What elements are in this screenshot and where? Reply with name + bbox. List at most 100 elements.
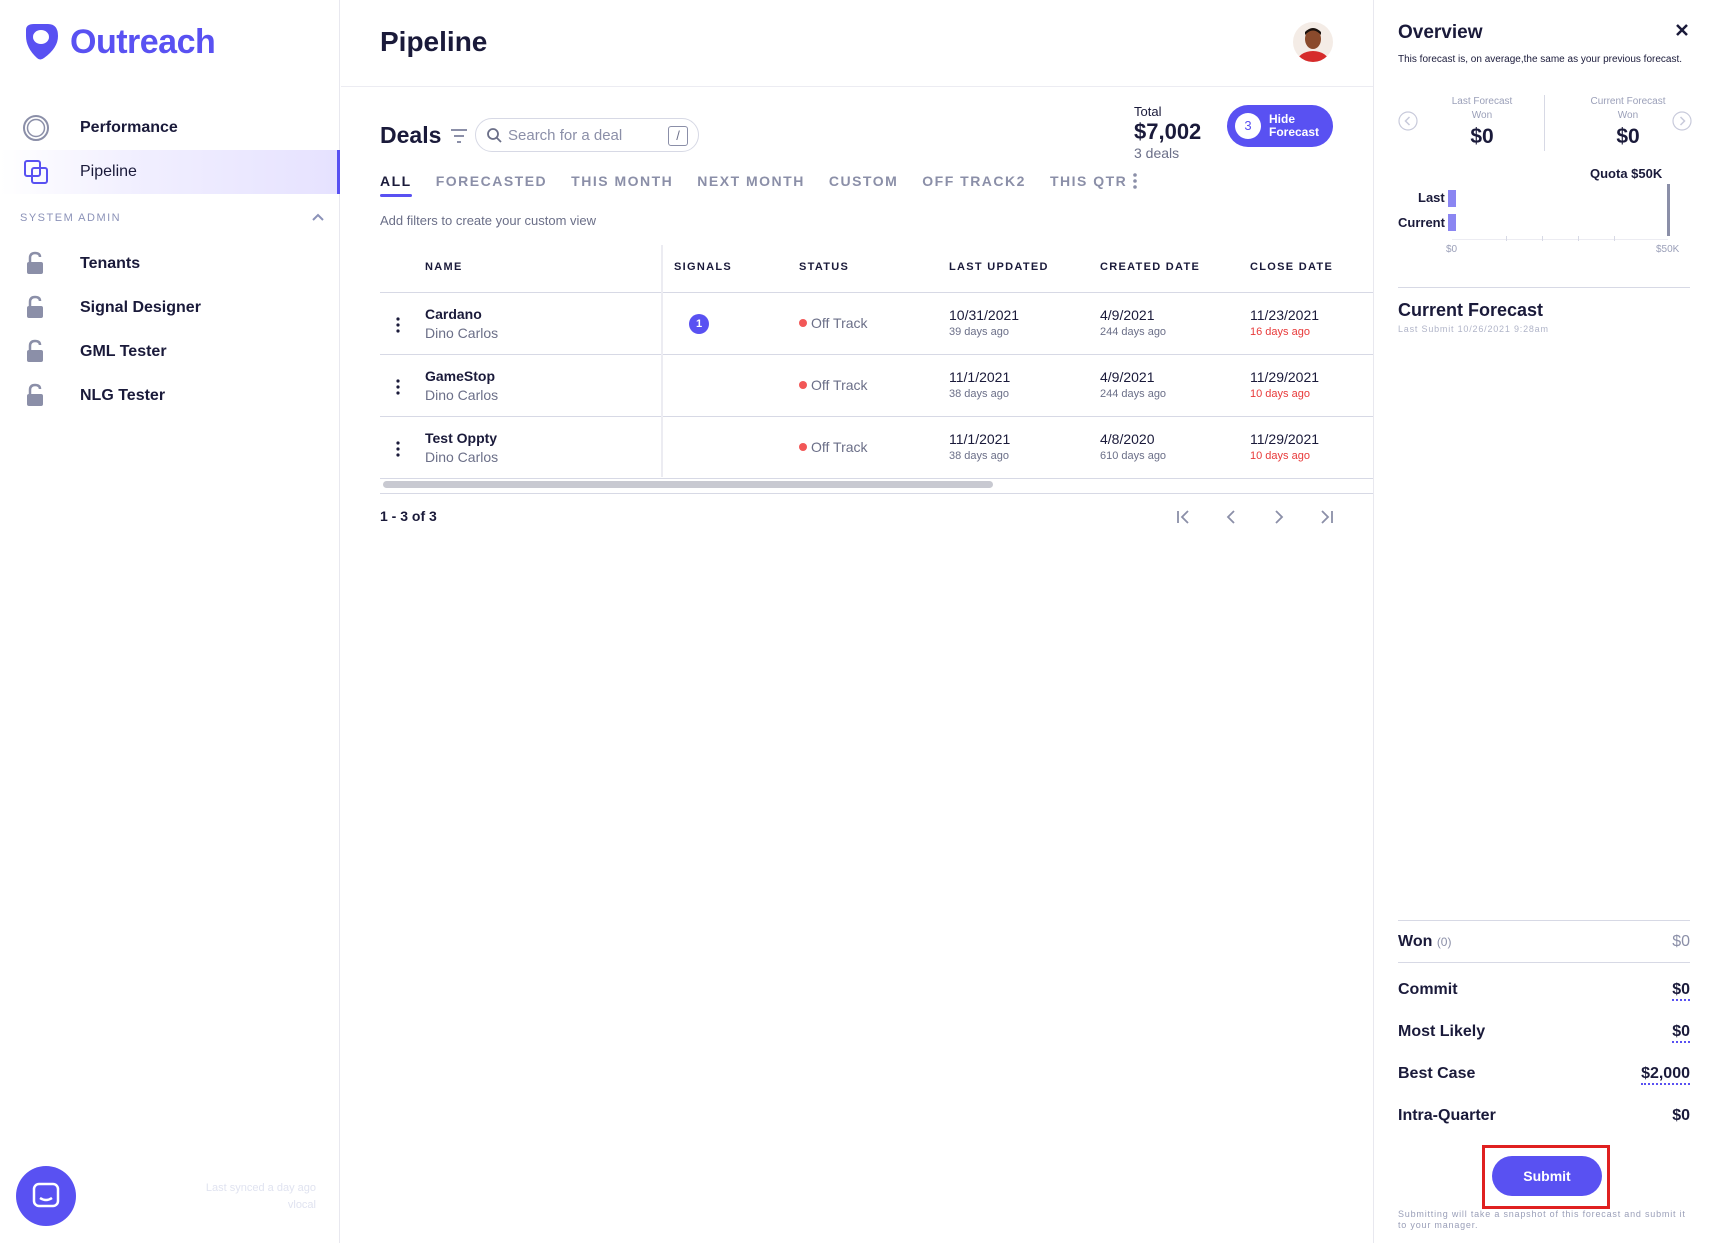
close-ago: 16 days ago bbox=[1250, 326, 1310, 338]
col-header-signals[interactable]: SIGNALS bbox=[674, 261, 732, 273]
last-updated-date: 11/1/2021 bbox=[949, 431, 1011, 447]
sync-time: Last synced a day ago bbox=[205, 1182, 316, 1194]
deal-name[interactable]: GameStop bbox=[425, 368, 495, 384]
chat-launcher-button[interactable] bbox=[16, 1166, 76, 1226]
won-row-count: (0) bbox=[1436, 935, 1452, 949]
first-page-icon[interactable] bbox=[1173, 507, 1193, 527]
tab-custom[interactable]: CUSTOM bbox=[829, 173, 898, 197]
tab-all[interactable]: ALL bbox=[380, 173, 412, 197]
next-page-icon[interactable] bbox=[1269, 507, 1289, 527]
horizontal-scrollbar[interactable] bbox=[383, 481, 993, 488]
table-row[interactable]: GameStop Dino Carlos Off Track 11/1/2021… bbox=[380, 355, 1373, 417]
close-ago: 10 days ago bbox=[1250, 450, 1310, 462]
tab-next-month[interactable]: NEXT MONTH bbox=[697, 173, 805, 197]
created-ago: 244 days ago bbox=[1100, 326, 1167, 338]
sidebar-item-tenants[interactable]: Tenants bbox=[0, 242, 340, 286]
commit-value[interactable]: $0 bbox=[1672, 981, 1690, 1001]
last-won-label: Won bbox=[1471, 110, 1493, 121]
main-content: Pipeline Deals / Total $ bbox=[341, 0, 1373, 1243]
status-badge: Off Track bbox=[799, 377, 868, 393]
col-header-last-updated[interactable]: LAST UPDATED bbox=[949, 261, 1049, 273]
unlock-icon bbox=[27, 251, 43, 274]
sidebar-item-signal-designer[interactable]: Signal Designer bbox=[0, 286, 340, 330]
tab-forecasted[interactable]: FORECASTED bbox=[436, 173, 547, 197]
deal-search[interactable]: / bbox=[475, 118, 699, 152]
system-admin-section-header[interactable]: SYSTEM ADMIN bbox=[20, 212, 326, 224]
prev-forecast-icon[interactable] bbox=[1398, 111, 1418, 131]
close-icon[interactable] bbox=[1674, 22, 1690, 38]
search-input[interactable] bbox=[508, 125, 658, 145]
last-forecast-bar bbox=[1448, 190, 1456, 207]
hide-forecast-button[interactable]: 3 Hide Forecast bbox=[1227, 105, 1333, 147]
panel-divider bbox=[1398, 920, 1690, 921]
row-menu-icon[interactable] bbox=[395, 317, 401, 333]
brand-name: Outreach bbox=[70, 22, 216, 61]
status-text: Off Track bbox=[811, 315, 868, 331]
sidebar: Outreach Performance Pipeline SYSTEM ADM… bbox=[0, 0, 340, 1243]
row-menu-icon[interactable] bbox=[395, 441, 401, 457]
chart-axis bbox=[1452, 239, 1668, 240]
panel-divider bbox=[1398, 287, 1690, 288]
col-header-created-date[interactable]: CREATED DATE bbox=[1100, 261, 1200, 273]
axis-tick bbox=[1578, 236, 1579, 241]
chevron-up-icon[interactable] bbox=[310, 209, 326, 225]
forecast-line-label: Best Case bbox=[1398, 1065, 1476, 1082]
status-badge: Off Track bbox=[799, 315, 868, 331]
filter-hint: Add filters to create your custom view bbox=[380, 213, 597, 228]
col-header-name[interactable]: NAME bbox=[425, 261, 463, 273]
tab-off-track2[interactable]: OFF TRACK2 bbox=[922, 173, 1026, 197]
col-header-status[interactable]: STATUS bbox=[799, 261, 849, 273]
sidebar-item-performance[interactable]: Performance bbox=[0, 106, 340, 150]
best-case-value[interactable]: $2,000 bbox=[1641, 1065, 1690, 1085]
last-won-value: $0 bbox=[1470, 125, 1494, 148]
current-forecast-label: Current Forecast bbox=[1590, 96, 1666, 107]
tab-this-qtr[interactable]: THIS QTR bbox=[1050, 173, 1127, 197]
table-row[interactable]: Test Oppty Dino Carlos Off Track 11/1/20… bbox=[380, 417, 1373, 479]
signal-count-badge[interactable]: 1 bbox=[689, 314, 709, 334]
deal-view-tabs: ALL FORECASTED THIS MONTH NEXT MONTH CUS… bbox=[380, 173, 1151, 197]
overview-title: Overview bbox=[1398, 22, 1483, 43]
most-likely-value[interactable]: $0 bbox=[1672, 1023, 1690, 1043]
col-header-close-date[interactable]: CLOSE DATE bbox=[1250, 261, 1333, 273]
outreach-logo-icon bbox=[26, 24, 58, 60]
table-row[interactable]: Cardano Dino Carlos 1 Off Track 10/31/20… bbox=[380, 293, 1373, 355]
axis-tick bbox=[1506, 236, 1507, 241]
won-row-label-wrap: Won (0) bbox=[1398, 933, 1451, 951]
column-divider bbox=[661, 245, 663, 477]
app-root: Outreach Performance Pipeline SYSTEM ADM… bbox=[0, 0, 1713, 1243]
next-forecast-icon[interactable] bbox=[1672, 111, 1692, 131]
sidebar-item-nlg-tester[interactable]: NLG Tester bbox=[0, 374, 340, 418]
deal-name[interactable]: Cardano bbox=[425, 306, 482, 322]
top-bar: Pipeline bbox=[341, 0, 1373, 87]
last-updated-ago: 38 days ago bbox=[949, 388, 1009, 400]
close-date: 11/29/2021 bbox=[1250, 431, 1320, 447]
prev-page-icon[interactable] bbox=[1221, 507, 1241, 527]
submit-button[interactable]: Submit bbox=[1492, 1156, 1602, 1196]
sidebar-item-pipeline[interactable]: Pipeline bbox=[0, 150, 340, 194]
tab-this-month[interactable]: THIS MONTH bbox=[571, 173, 673, 197]
outreach-logo[interactable]: Outreach bbox=[20, 22, 216, 62]
won-row-value: $0 bbox=[1672, 933, 1690, 950]
total-value: $7,002 bbox=[1134, 119, 1202, 144]
page-title: Pipeline bbox=[380, 26, 488, 57]
sidebar-item-gml-tester[interactable]: GML Tester bbox=[0, 330, 340, 374]
status-badge: Off Track bbox=[799, 439, 868, 455]
deal-name[interactable]: Test Oppty bbox=[425, 430, 497, 446]
last-page-icon[interactable] bbox=[1317, 507, 1337, 527]
status-dot-icon bbox=[799, 381, 807, 389]
created-date: 4/8/2020 bbox=[1100, 431, 1155, 447]
last-submit-text: Last Submit 10/26/2021 9:28am bbox=[1398, 324, 1549, 334]
avatar[interactable] bbox=[1293, 22, 1333, 62]
sidebar-item-label: NLG Tester bbox=[80, 387, 166, 404]
filter-icon[interactable] bbox=[449, 126, 469, 146]
section-title: SYSTEM ADMIN bbox=[20, 212, 122, 224]
deals-title: Deals bbox=[380, 122, 442, 148]
quota-marker bbox=[1667, 184, 1670, 236]
row-menu-icon[interactable] bbox=[395, 379, 401, 395]
created-ago: 244 days ago bbox=[1100, 388, 1167, 400]
most-likely-row: Most Likely $0 bbox=[1398, 1023, 1690, 1047]
current-forecast-bar bbox=[1448, 214, 1456, 231]
more-tabs-icon[interactable] bbox=[1132, 172, 1138, 190]
won-row-label: Won bbox=[1398, 933, 1433, 950]
layers-icon bbox=[24, 160, 48, 184]
